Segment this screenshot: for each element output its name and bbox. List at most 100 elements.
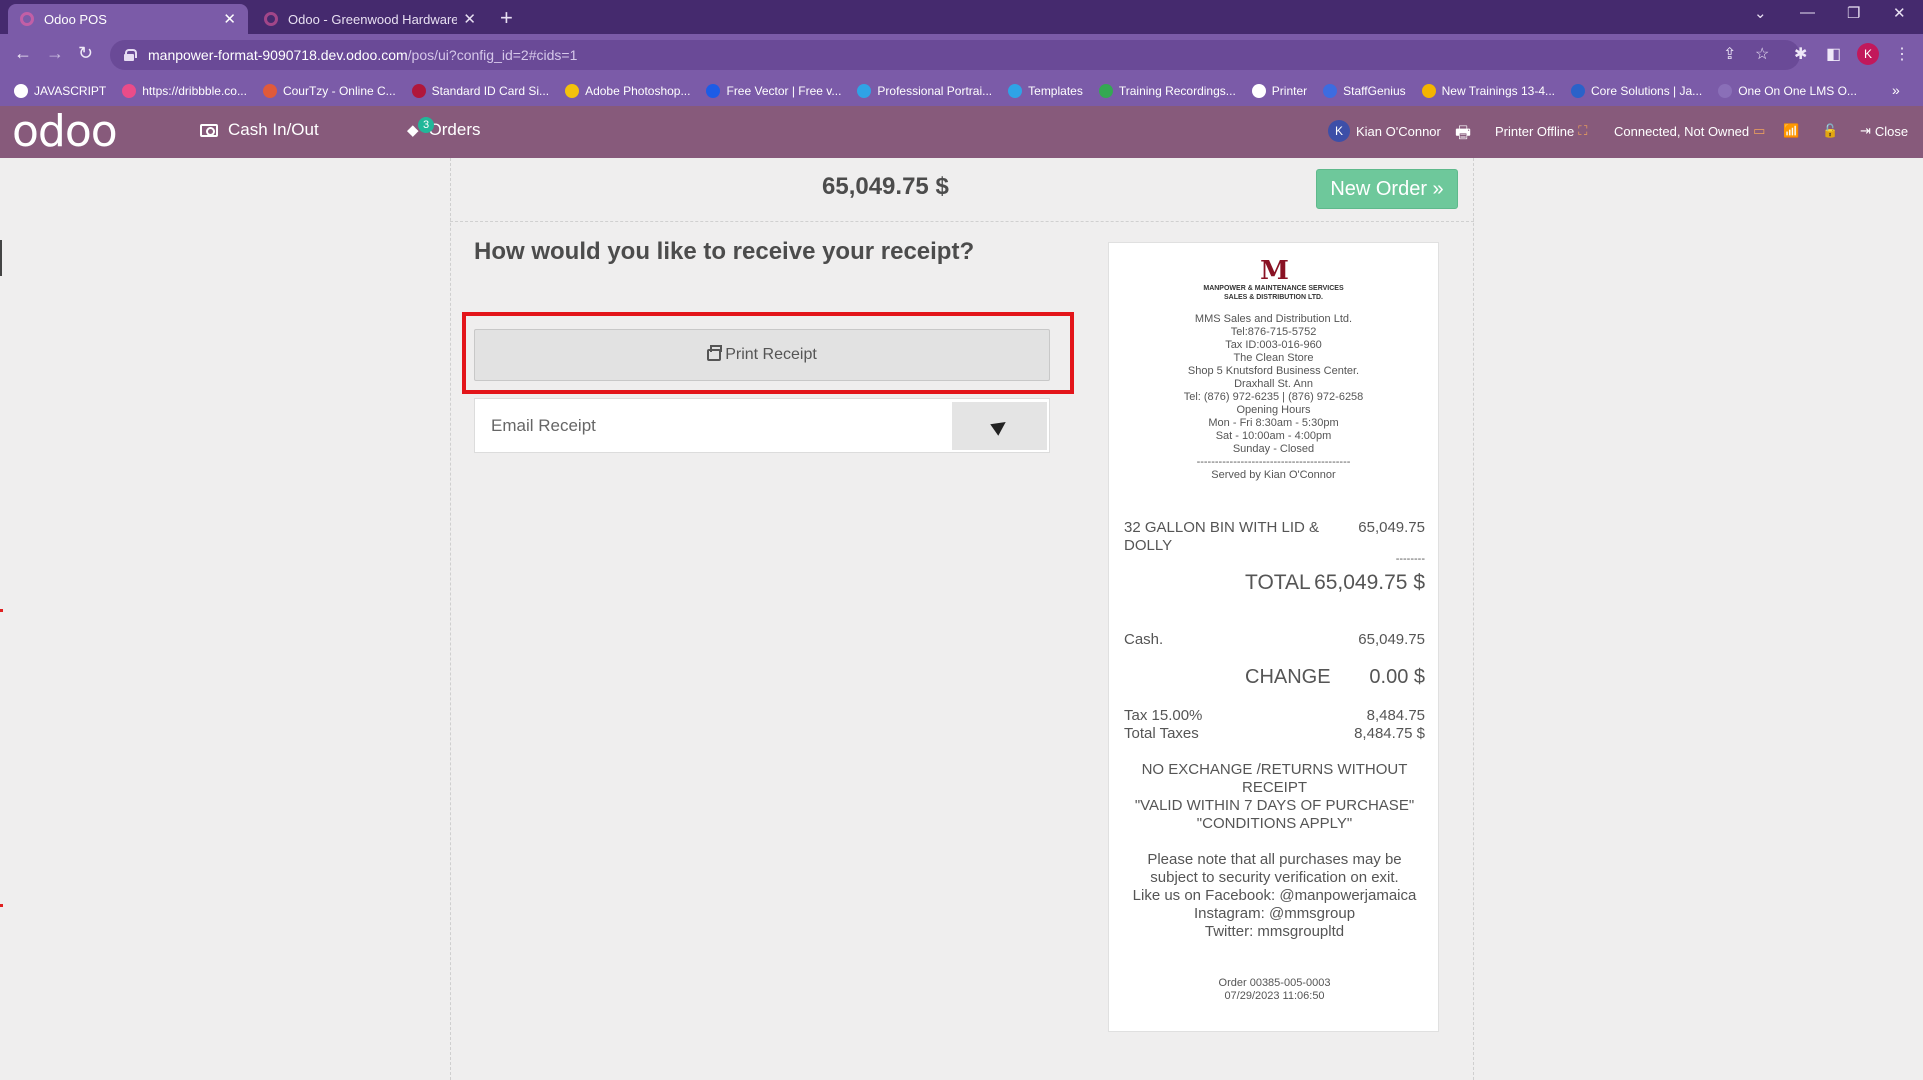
total-label: TOTAL [1245,571,1311,594]
print-receipt-button[interactable]: Print Receipt [474,329,1050,381]
profile-avatar[interactable]: K [1857,43,1879,65]
product-price: 65,049.75 [1358,519,1425,536]
printer-status[interactable]: Printer Offline ⛶ [1495,123,1587,139]
unlock-icon[interactable]: 🔓 [1822,123,1838,139]
bookmark-favicon-icon [857,84,872,98]
total-taxes-row: Total Taxes 8,484.75 $ [1124,725,1425,743]
tab-search-icon[interactable]: ⌄ [1754,4,1767,22]
tab-greenwood-hardware[interactable]: Odoo - Greenwood Hardware ✕ [252,4,488,34]
bookmark-item[interactable]: Professional Portrai... [857,84,992,98]
cash-in-out-button[interactable]: Cash In/Out [200,120,319,140]
sitemap-icon: ⛶ [1578,123,1588,138]
bookmark-label: Professional Portrai... [877,84,993,98]
orders-label: Orders [428,120,481,139]
printer-icon[interactable]: 🖶 [1455,120,1471,149]
bookmark-item[interactable]: CourTzy - Online C... [262,84,396,98]
tag-icon: ◆ [407,122,419,139]
bookmark-label: Adobe Photoshop... [585,84,691,98]
wifi-icon: 📶 [1783,123,1800,138]
back-icon[interactable]: ← [14,43,32,64]
tab-odoo-pos[interactable]: Odoo POS ✕ [8,4,248,34]
policy-line: RECEIPT [1241,779,1307,796]
note-line: Twitter: mmsgroupltd [1204,923,1345,940]
orders-count-badge: 3 [418,117,434,133]
print-receipt-label: Print Receipt [725,346,817,363]
receipt-header-line: ----------------------------------------… [1196,456,1351,468]
odoo-logo: odoo [12,106,118,157]
bookmark-item[interactable]: Core Solutions | Ja... [1571,84,1702,98]
return-policy: NO EXCHANGE /RETURNS WITHOUT RECEIPT "VALI… [1119,761,1430,833]
send-email-button[interactable] [952,402,1047,450]
bookmark-item[interactable]: One On One LMS O... [1718,84,1857,98]
pos-header: odoo Cash In/Out ◆ Orders 3 K Kian O'Con… [0,106,1923,158]
bookmark-item[interactable]: New Trainings 13-4... [1421,84,1556,98]
bookmark-star-icon[interactable]: ☆ [1755,44,1769,64]
bookmark-favicon-icon [706,84,721,98]
bookmark-item[interactable]: Training Recordings... [1098,84,1236,98]
address-bar-row: ← → ↻ manpower-format-9090718.dev.odoo.c… [0,34,1923,76]
bookmark-favicon-icon [262,84,277,98]
restore-button[interactable]: ❐ [1847,4,1860,22]
receipt-header-line: The Clean Store [1233,352,1314,364]
bookmark-label: Training Recordings... [1118,84,1236,98]
share-icon[interactable]: ⇪ [1723,44,1736,64]
bookmark-favicon-icon [1323,84,1338,98]
bookmark-label: https://dribbble.co... [142,84,247,98]
bookmark-item[interactable]: Templates [1008,84,1083,98]
side-panel-icon[interactable]: ◧ [1826,44,1841,64]
tax-row: Tax 15.00% 8,484.75 [1124,707,1425,725]
odoo-favicon-icon [20,12,34,26]
bookmark-label: One On One LMS O... [1738,84,1857,98]
bookmark-item[interactable]: Free Vector | Free v... [706,84,841,98]
email-receipt-input[interactable] [475,399,951,452]
bookmark-item[interactable]: https://dribbble.co... [122,84,247,98]
note-line: Please note that all purchases may be [1147,851,1402,868]
left-edge-line [0,240,2,276]
receipt-header-line: Sunday - Closed [1232,443,1315,455]
more-bookmarks-icon[interactable]: » [1892,82,1909,98]
payment-amount: 65,049.75 [1358,631,1425,648]
receipt-header-line: Draxhall St. Ann [1234,378,1313,390]
bookmarks-bar: JAVASCRIPT https://dribbble.co... CourTzy … [0,76,1923,106]
payment-method: Cash. [1124,631,1164,648]
receipt-header-line: Mon - Fri 8:30am - 5:30pm [1208,417,1339,429]
extensions-icon[interactable]: ✱ [1794,44,1807,64]
close-pos-button[interactable]: ⇥ Close [1860,123,1908,139]
close-tab-icon[interactable]: ✕ [223,10,236,28]
new-tab-button[interactable]: + [500,5,513,31]
bookmark-item[interactable]: JAVASCRIPT [14,84,106,98]
cash-icon [200,123,218,137]
url-field[interactable]: manpower-format-9090718.dev.odoo.com/pos… [110,40,1800,70]
bookmark-item[interactable]: Printer [1251,84,1308,98]
change-label: CHANGE [1245,666,1331,688]
bookmark-label: Printer [1271,84,1308,98]
receipt-header-line: Tel: (876) 972-6235 | (876) 972-6258 [1183,391,1364,403]
close-label: Close [1874,123,1909,139]
cashier-avatar: K [1328,120,1350,142]
proxy-status[interactable]: Connected, Not Owned ▭ [1614,123,1765,139]
bookmark-favicon-icon [565,84,580,98]
total-taxes-label: Total Taxes [1124,725,1199,742]
minimize-button[interactable]: — [1800,4,1815,21]
bookmark-label: Standard ID Card Si... [431,84,550,98]
cashier-selector[interactable]: K Kian O'Connor [1328,120,1441,142]
browser-menu-icon[interactable]: ⋮ [1894,44,1910,64]
separator-dashes: -------- [1395,553,1425,565]
bookmark-item[interactable]: Adobe Photoshop... [565,84,690,98]
close-window-button[interactable]: ✕ [1893,4,1906,22]
forward-icon[interactable]: → [46,43,64,64]
reload-icon[interactable]: ↻ [78,43,93,64]
cash-in-out-label: Cash In/Out [228,120,319,139]
company-logo: M MANPOWER & MAINTENANCE SERVICES SALES … [1109,258,1438,302]
connection-status-label: Connected, Not Owned [1614,123,1750,139]
close-tab-icon[interactable]: ✕ [463,10,476,28]
new-order-button[interactable]: New Order » [1316,169,1458,209]
bookmark-item[interactable]: StaffGenius [1323,84,1406,98]
bookmark-item[interactable]: Standard ID Card Si... [411,84,550,98]
bookmark-label: CourTzy - Online C... [282,84,396,98]
lock-icon [124,49,137,61]
total-value: 65,049.75 $ [1314,571,1425,594]
logo-line-1: MANPOWER & MAINTENANCE SERVICES [1203,285,1344,292]
bookmark-label: New Trainings 13-4... [1441,84,1556,98]
paper-plane-icon [989,416,1010,436]
